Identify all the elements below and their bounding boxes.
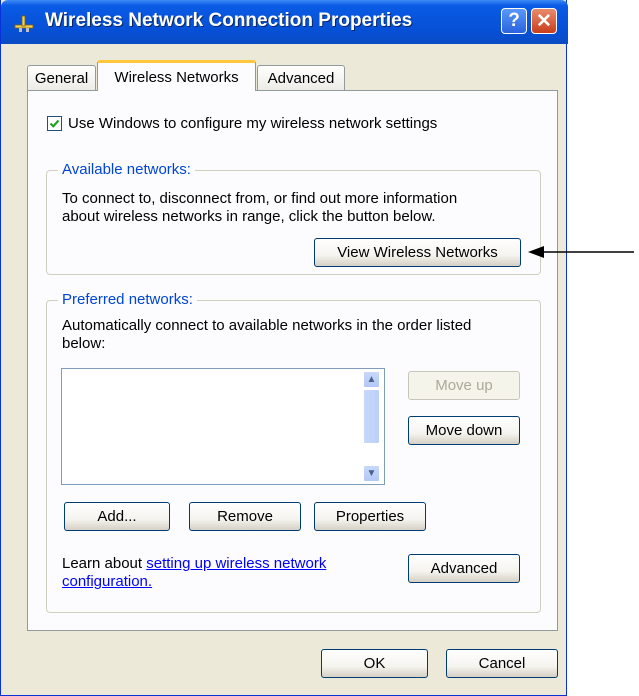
help-icon[interactable]: ?	[501, 8, 527, 34]
cancel-button[interactable]: Cancel	[446, 649, 558, 678]
setup-link-line-2[interactable]: configuration.	[62, 573, 152, 590]
scroll-up-icon[interactable]: ▲	[363, 371, 380, 388]
learn-about-prefix: Learn about	[62, 555, 147, 572]
add-button[interactable]: Add...	[64, 502, 170, 531]
remove-button[interactable]: Remove	[189, 502, 301, 531]
available-networks-description-2: about wireless networks in range, click …	[62, 208, 436, 225]
move-down-button[interactable]: Move down	[408, 416, 520, 445]
ok-button[interactable]: OK	[321, 649, 428, 678]
title-bar[interactable]: Wireless Network Connection Properties ?…	[1, 0, 568, 44]
tab-advanced[interactable]: Advanced	[257, 65, 345, 91]
available-networks-legend: Available networks:	[58, 161, 195, 178]
learn-about-text: Learn about setting up wireless network	[62, 555, 326, 572]
advanced-button[interactable]: Advanced	[408, 554, 520, 583]
network-connection-icon	[14, 15, 34, 32]
preferred-networks-description-2: below:	[62, 335, 106, 352]
learn-about-text-2: configuration.	[62, 573, 152, 590]
arrow-icon	[528, 246, 634, 258]
use-windows-checkbox[interactable]	[47, 116, 62, 131]
close-icon[interactable]: ✕	[531, 8, 557, 34]
scrollbar-thumb[interactable]	[363, 389, 380, 444]
preferred-networks-legend: Preferred networks:	[58, 291, 197, 308]
tab-general[interactable]: General	[27, 65, 96, 91]
view-wireless-networks-button[interactable]: View Wireless Networks	[314, 238, 521, 267]
preferred-networks-list[interactable]	[61, 368, 385, 485]
properties-button[interactable]: Properties	[314, 502, 426, 531]
properties-dialog: Wireless Network Connection Properties ?…	[0, 0, 568, 696]
move-up-button[interactable]: Move up	[408, 371, 520, 400]
use-windows-label: Use Windows to configure my wireless net…	[68, 115, 438, 132]
scroll-down-icon[interactable]: ▼	[363, 465, 380, 482]
available-networks-description-1: To connect to, disconnect from, or find …	[62, 190, 458, 207]
window-title: Wireless Network Connection Properties	[45, 10, 413, 31]
use-windows-option[interactable]: Use Windows to configure my wireless net…	[47, 115, 437, 132]
check-icon	[49, 119, 60, 128]
preferred-networks-description-1: Automatically connect to available netwo…	[62, 317, 472, 334]
tab-wireless-networks[interactable]: Wireless Networks	[97, 60, 256, 91]
setup-link-line-1[interactable]: setting up wireless network	[146, 555, 326, 572]
